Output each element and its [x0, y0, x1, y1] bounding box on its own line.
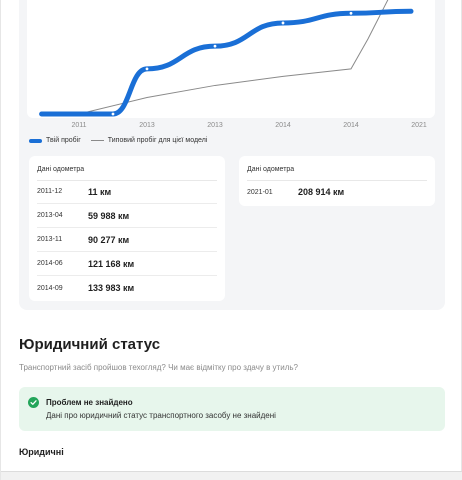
x-tick-label: 2014	[275, 122, 291, 129]
odometer-value: 59 988 км	[88, 210, 130, 221]
chart-legend: Твій пробіг Типовий пробіг для цієї моде…	[29, 137, 207, 144]
odometer-date: 2014-09	[37, 284, 63, 292]
odometer-title: Дані одометра	[37, 166, 85, 173]
x-tick-label: 2014	[343, 122, 359, 129]
data-point	[145, 67, 149, 71]
odometer-value: 133 983 км	[88, 283, 135, 293]
data-point	[281, 21, 285, 25]
x-tick-label: 2013	[139, 122, 155, 129]
x-tick-label: 2013	[207, 122, 223, 129]
odometer-row: 2014-09 133 983 км	[37, 276, 217, 300]
legal-subtitle: Юридичні	[19, 447, 64, 457]
odometer-value: 121 168 км	[88, 258, 135, 269]
odometer-date: 2011-12	[37, 188, 63, 195]
status-text: Дані про юридичний статус транспортного …	[46, 411, 276, 420]
data-point	[213, 44, 217, 48]
odometer-value: 208 914 км	[298, 187, 345, 197]
odometer-date: 2014-06	[37, 260, 63, 267]
data-point	[349, 11, 353, 15]
odometer-row: 2011-12 11 км	[37, 180, 217, 204]
legal-status-result: Проблем не знайдено Дані про юридичний с…	[19, 387, 445, 431]
legend-swatch-main	[29, 138, 42, 143]
odometer-row: 2013-04 59 988 км	[37, 204, 217, 228]
odometer-row: 2013-11 90 277 км	[37, 228, 217, 252]
x-tick-label: 2011	[71, 122, 86, 129]
legend-swatch-typical	[90, 140, 104, 141]
bottom-strip	[1, 472, 462, 480]
odometer-card-left: Дані одометра 2011-12 11 км 2013-04 59 9…	[29, 156, 225, 301]
legend-item-main: Твій пробіг	[29, 137, 81, 144]
odometer-date: 2013-11	[37, 236, 63, 243]
legal-status-title: Юридичний статус	[19, 336, 161, 353]
legend-label-typical: Типовий пробіг для цієї моделі	[107, 137, 208, 144]
mileage-chart: 2011 2013 2013 2014 2014 2021	[39, 0, 427, 129]
odometer-title: Дані одометра	[247, 166, 295, 173]
data-point	[111, 112, 115, 116]
odometer-date: 2021-01	[247, 188, 273, 196]
legal-status-question: Транспортний засіб пройшов техогляд? Чи …	[19, 363, 298, 372]
odometer-row: 2014-06 121 168 км	[37, 252, 217, 276]
series-line-main	[39, 8, 414, 117]
odometer-value: 90 277 км	[88, 234, 130, 245]
odometer-value: 11 км	[88, 186, 112, 197]
legend-item-typical: Типовий пробіг для цієї моделі	[90, 137, 208, 144]
page: 2011 2013 2013 2014 2014 2021 Твій пробіг Тип…	[0, 0, 462, 480]
legend-label-main: Твій пробіг	[46, 137, 81, 144]
x-tick-label: 2021	[411, 122, 427, 129]
check-circle-icon	[28, 397, 39, 408]
status-title: Проблем не знайдено	[46, 398, 133, 407]
odometer-row: 2021-01 208 914 км	[247, 180, 427, 204]
mileage-panel: 2011 2013 2013 2014 2014 2021 Твій пробіг Тип…	[19, 0, 445, 310]
odometer-card-right: Дані одометра 2021-01 208 914 км	[239, 156, 435, 206]
check-icon	[30, 400, 37, 405]
odometer-date: 2013-04	[37, 212, 63, 219]
